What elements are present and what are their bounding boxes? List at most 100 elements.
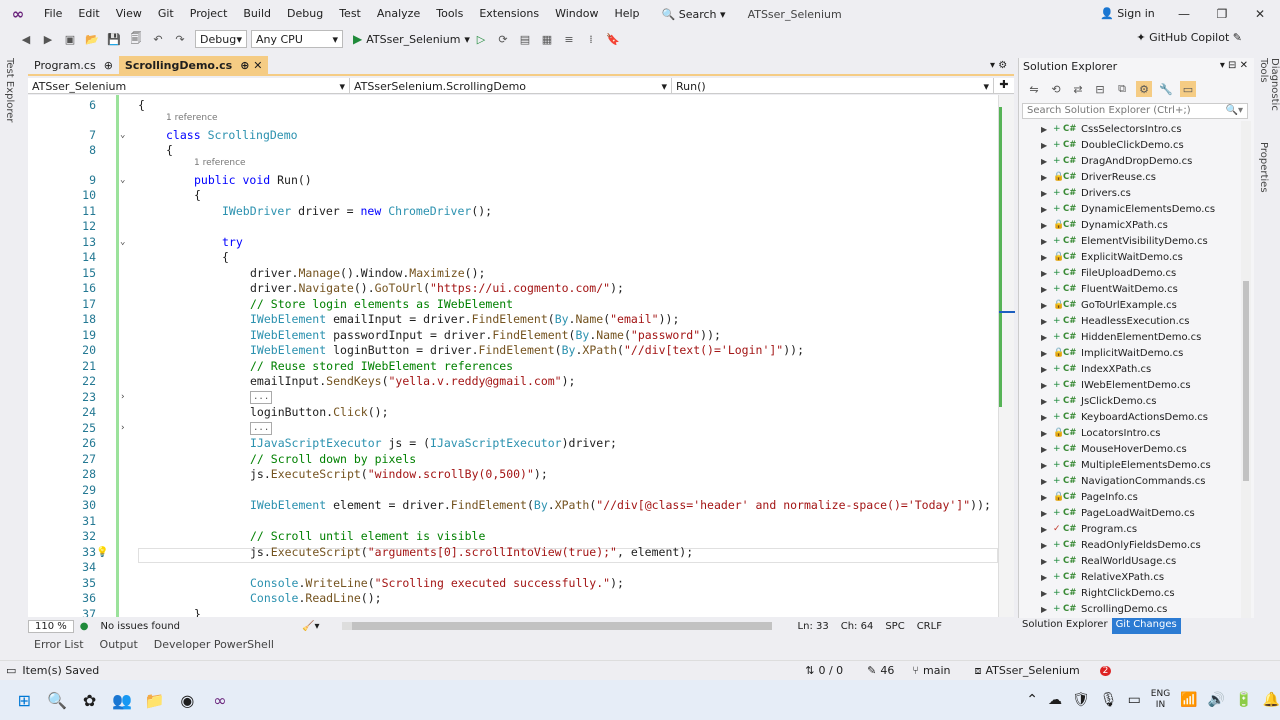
code-line[interactable]: 8{: [28, 143, 998, 158]
save-icon[interactable]: 💾: [106, 31, 122, 47]
solution-file-item[interactable]: ▶ + C# ReadOnlyFieldsDemo.cs: [1019, 537, 1249, 553]
run-icon[interactable]: ▶: [353, 32, 362, 46]
zoom-level[interactable]: 110 %: [28, 619, 74, 633]
expand-icon[interactable]: ▶: [1041, 365, 1053, 374]
expand-icon[interactable]: ▶: [1041, 573, 1053, 582]
expand-icon[interactable]: ▶: [1041, 541, 1053, 550]
code-line[interactable]: 30 IWebElement element = driver.FindEleme…: [28, 498, 998, 513]
language-indicator[interactable]: ENG IN: [1151, 689, 1170, 711]
restore-button[interactable]: ❐: [1202, 0, 1242, 28]
code-line[interactable]: 23 ›...: [28, 390, 998, 405]
expand-icon[interactable]: ▶: [1041, 141, 1053, 150]
code-line[interactable]: 12: [28, 219, 998, 234]
solution-file-item[interactable]: ▶ + C# MultipleElementsDemo.cs: [1019, 457, 1249, 473]
solution-file-item[interactable]: ▶ 🔒 C# PageInfo.cs: [1019, 489, 1249, 505]
browser-link-icon[interactable]: ▤: [517, 31, 533, 47]
menu-item-extensions[interactable]: Extensions: [471, 0, 547, 28]
issues-text[interactable]: No issues found: [95, 621, 187, 632]
solution-file-item[interactable]: ▶ + C# ElementVisibilityDemo.cs: [1019, 233, 1249, 249]
expand-icon[interactable]: ▶: [1041, 221, 1053, 230]
solution-file-item[interactable]: ▶ + C# ScrollingDemo.cs: [1019, 601, 1249, 617]
save-all-icon[interactable]: 🗐: [128, 31, 144, 47]
solution-file-item[interactable]: ▶ + C# NavigationCommands.cs: [1019, 473, 1249, 489]
properties-tab[interactable]: Properties: [1258, 142, 1269, 193]
expand-icon[interactable]: ▶: [1041, 413, 1053, 422]
code-line[interactable]: 37}: [28, 607, 998, 618]
visual-studio-taskbar-icon[interactable]: ∞: [206, 684, 235, 716]
class-dropdown[interactable]: ATSserSelenium.ScrollingDemo ▾: [350, 78, 672, 94]
code-line[interactable]: 11 IWebDriver driver = new ChromeDriver()…: [28, 204, 998, 219]
editor-vertical-scrollbar[interactable]: [998, 95, 1015, 617]
expand-icon[interactable]: ▶: [1041, 429, 1053, 438]
fold-toggle-icon[interactable]: ⌄: [120, 235, 125, 250]
lightbulb-icon[interactable]: 💡: [96, 545, 108, 560]
solution-file-item[interactable]: ▶ + C# RightClickDemo.cs: [1019, 585, 1249, 601]
expand-icon[interactable]: ▶: [1041, 461, 1053, 470]
forward-icon[interactable]: ▶: [40, 31, 56, 47]
run-dropdown-icon[interactable]: ▾: [464, 33, 470, 46]
code-line[interactable]: 25 ›...: [28, 421, 998, 436]
solution-file-item[interactable]: ▶ + C# FluentWaitDemo.cs: [1019, 281, 1249, 297]
code-line[interactable]: 35 Console.WriteLine("Scrolling executed …: [28, 576, 998, 591]
solution-file-item[interactable]: ▶ + C# RelativeXPath.cs: [1019, 569, 1249, 585]
solution-file-item[interactable]: ▶ 🔒 C# ExplicitWaitDemo.cs: [1019, 249, 1249, 265]
tab-pin-icon[interactable]: ⊕: [104, 59, 113, 72]
teams-icon[interactable]: 👥: [108, 684, 137, 716]
bookmark-icon[interactable]: 🔖: [605, 31, 621, 47]
wifi-icon[interactable]: 📶: [1180, 692, 1197, 708]
split-icon[interactable]: ✚: [994, 78, 1014, 93]
expand-icon[interactable]: ▶: [1041, 125, 1053, 134]
expand-icon[interactable]: ▶: [1041, 509, 1053, 518]
menu-item-git[interactable]: Git: [150, 0, 182, 28]
menu-item-analyze[interactable]: Analyze: [369, 0, 428, 28]
solution-file-item[interactable]: ▶ + C# HiddenElementDemo.cs: [1019, 329, 1249, 345]
fold-toggle-icon[interactable]: ›: [120, 421, 125, 436]
horizontal-scrollbar[interactable]: [341, 622, 772, 630]
reference-codelens[interactable]: 1 reference: [166, 113, 218, 123]
run-target[interactable]: ATSser_Selenium: [366, 33, 460, 46]
show-hidden-icons[interactable]: ⌃: [1026, 692, 1038, 708]
expand-icon[interactable]: ▶: [1041, 381, 1053, 390]
history-icon[interactable]: ⟲: [1048, 81, 1064, 97]
windows-start-icon[interactable]: ⊞: [10, 684, 39, 716]
tab-developer-powershell[interactable]: Developer PowerShell: [146, 638, 282, 654]
solution-file-item[interactable]: ▶ 🔒 C# DriverReuse.cs: [1019, 169, 1249, 185]
expand-icon[interactable]: ▶: [1041, 253, 1053, 262]
solution-file-item[interactable]: ▶ + C# FileUploadDemo.cs: [1019, 265, 1249, 281]
sync-icon[interactable]: ⇄: [1070, 81, 1086, 97]
solution-file-item[interactable]: ▶ + C# PageLoadWaitDemo.cs: [1019, 505, 1249, 521]
solution-file-item[interactable]: ▶ ✓ C# Program.cs: [1019, 521, 1249, 537]
expand-icon[interactable]: ▶: [1041, 493, 1053, 502]
expand-icon[interactable]: ▶: [1041, 557, 1053, 566]
expand-icon[interactable]: ▶: [1041, 237, 1053, 246]
expand-icon[interactable]: ▶: [1041, 189, 1053, 198]
code-line[interactable]: 13 ⌄ try: [28, 235, 998, 250]
expand-icon[interactable]: ▶: [1041, 205, 1053, 214]
code-line[interactable]: 15 driver.Manage().Window.Maximize();: [28, 266, 998, 281]
solution-file-item[interactable]: ▶ + C# Drivers.cs: [1019, 185, 1249, 201]
search-taskbar-icon[interactable]: 🔍: [43, 684, 72, 716]
sign-in-button[interactable]: 👤 Sign in: [1100, 0, 1155, 28]
solution-file-item[interactable]: ▶ + C# HeadlessExecution.cs: [1019, 313, 1249, 329]
tab-solution-explorer[interactable]: Solution Explorer: [1018, 618, 1112, 634]
tab-error-list[interactable]: Error List: [26, 638, 92, 654]
copilot-taskbar-icon[interactable]: ✿: [75, 684, 104, 716]
code-line[interactable]: 19 IWebElement passwordInput = driver.Fin…: [28, 328, 998, 343]
expand-icon[interactable]: ▶: [1041, 445, 1053, 454]
code-line[interactable]: 10 {: [28, 188, 998, 203]
menu-item-project[interactable]: Project: [182, 0, 236, 28]
search-button[interactable]: 🔍 Search ▾: [656, 8, 732, 21]
solution-file-item[interactable]: ▶ + C# IWebElementDemo.cs: [1019, 377, 1249, 393]
tab-output[interactable]: Output: [92, 638, 146, 654]
tab-scrollingdemo-cs[interactable]: ScrollingDemo.cs ⊕ ✕: [118, 56, 269, 74]
platform-select[interactable]: Any CPU ▾: [251, 30, 343, 48]
start-without-debug-icon[interactable]: ▷: [473, 31, 489, 47]
menu-item-debug[interactable]: Debug: [279, 0, 331, 28]
code-line[interactable]: 21 // Reuse stored IWebElement references: [28, 359, 998, 374]
menu-item-file[interactable]: File: [36, 0, 70, 28]
layout-icon[interactable]: ▦: [539, 31, 555, 47]
hot-reload-icon[interactable]: ⟳: [495, 31, 511, 47]
security-icon[interactable]: 🛡: [1072, 692, 1090, 708]
code-editor[interactable]: 6{1 reference 7 ⌄ class ScrollingDemo 8{1 re…: [28, 95, 998, 617]
comment-icon[interactable]: ⁞: [583, 31, 599, 47]
